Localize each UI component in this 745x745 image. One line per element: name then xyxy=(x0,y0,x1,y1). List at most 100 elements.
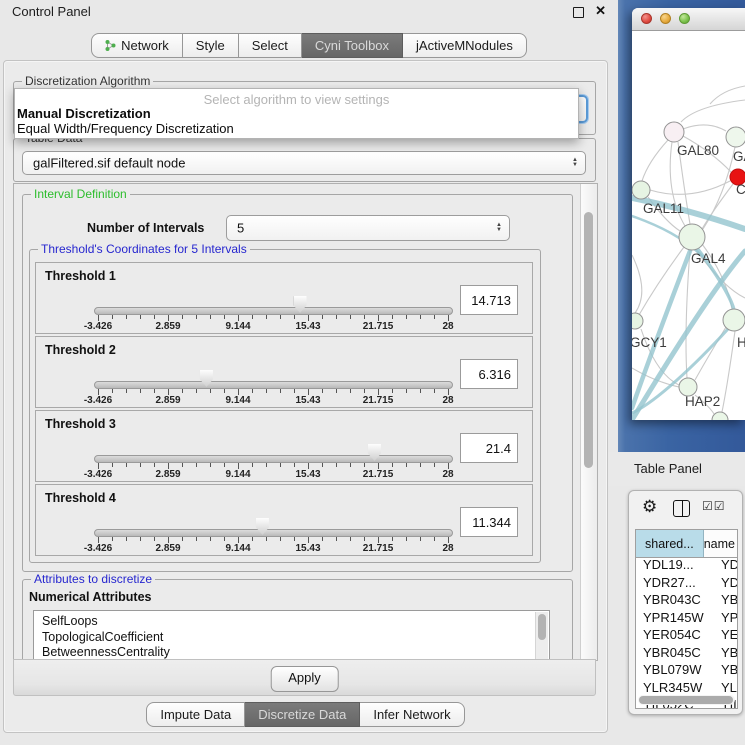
column-header-shared-name[interactable]: shared... xyxy=(636,530,704,557)
attribute-item-topologicalcoefficient[interactable]: TopologicalCoefficient xyxy=(34,630,549,646)
slider-tick xyxy=(224,315,225,319)
tab-impute-data[interactable]: Impute Data xyxy=(146,702,245,727)
threshold-label: Threshold 1 xyxy=(45,269,116,283)
tab-style[interactable]: Style xyxy=(183,33,239,58)
cell-name: YDR2 xyxy=(714,575,737,593)
slider-tick xyxy=(266,537,267,541)
number-of-intervals-combobox[interactable]: 5 ▲▼ xyxy=(226,215,510,241)
threshold-value-field[interactable]: 21.4 xyxy=(460,433,518,463)
tab-network[interactable]: Network xyxy=(91,33,183,58)
slider-tick-label: 21.715 xyxy=(363,469,394,480)
table-hscrollbar-thumb[interactable] xyxy=(639,696,733,704)
table-row[interactable]: YBL079WYBL0 xyxy=(636,662,737,680)
tab-cyni-toolbox[interactable]: Cyni Toolbox xyxy=(302,33,403,58)
zoom-traffic-light[interactable] xyxy=(679,13,690,24)
table-panel: ⚙ ☑☑ shared... name YDL19...YDL1YDR27...… xyxy=(628,490,743,715)
network-node[interactable] xyxy=(726,127,745,147)
table-data-combobox[interactable]: galFiltered.sif default node ▲▼ xyxy=(22,151,586,175)
slider-tick-label: 2.859 xyxy=(155,469,180,480)
control-panel-titlebar: Control Panel ✕ xyxy=(0,0,618,24)
settings-scrollbar[interactable] xyxy=(580,184,597,660)
slider-tick xyxy=(140,315,141,319)
slider-tick xyxy=(434,463,435,467)
network-edge[interactable] xyxy=(681,100,745,122)
threshold-slider-track[interactable] xyxy=(94,381,453,389)
network-graph[interactable]: GAL80GAGAL11CGAL4GCY1HHAP2 xyxy=(632,30,745,420)
slider-tick xyxy=(336,315,337,319)
table-row[interactable]: YBR045CYBR0 xyxy=(636,645,737,663)
slider-tick xyxy=(252,315,253,319)
cell-shared-name: YBL079W xyxy=(636,662,714,680)
tab-infer-network[interactable]: Infer Network xyxy=(360,702,464,727)
slider-tick xyxy=(196,537,197,541)
table-row[interactable]: YPR145WYPR1 xyxy=(636,610,737,628)
threshold-value-field[interactable]: 6.316 xyxy=(460,359,518,389)
discretization-algorithm-legend: Discretization Algorithm xyxy=(22,74,153,88)
network-node[interactable] xyxy=(632,181,650,199)
number-of-intervals-label: Number of Intervals xyxy=(87,221,204,235)
table-row[interactable]: YER054CYER0 xyxy=(636,627,737,645)
apply-button[interactable]: Apply xyxy=(270,666,339,692)
algorithm-option-manual-discretization[interactable]: Manual Discretization xyxy=(17,106,151,121)
slider-tick xyxy=(252,463,253,467)
column-header-name[interactable]: name xyxy=(704,530,737,557)
attribute-item-selfloops[interactable]: SelfLoops xyxy=(34,614,549,630)
split-columns-icon[interactable] xyxy=(673,500,690,517)
network-edge[interactable] xyxy=(632,255,642,313)
close-traffic-light[interactable] xyxy=(641,13,652,24)
interval-definition-group: Interval Definition Number of Intervals … xyxy=(22,194,573,572)
network-edge[interactable] xyxy=(683,125,726,131)
threshold-slider-track[interactable] xyxy=(94,529,453,537)
threshold-value-field[interactable]: 11.344 xyxy=(460,507,518,537)
threshold-panel-1: Threshold 1-3.4262.8599.14415.4321.71528… xyxy=(35,262,533,334)
network-edge[interactable] xyxy=(710,86,745,104)
float-window-icon[interactable] xyxy=(573,7,584,18)
network-edge[interactable] xyxy=(686,250,690,378)
slider-tick xyxy=(364,537,365,541)
minimize-traffic-light[interactable] xyxy=(660,13,671,24)
network-canvas[interactable]: GAL80GAGAL11CGAL4GCY1HHAP2 xyxy=(632,30,745,420)
tab-select[interactable]: Select xyxy=(239,33,302,58)
threshold-slider-track[interactable] xyxy=(94,455,453,463)
attributes-scrollbar-thumb[interactable] xyxy=(538,614,546,640)
table-row[interactable]: YDR27...YDR2 xyxy=(636,575,737,593)
threshold-value-field[interactable]: 14.713 xyxy=(460,285,518,315)
gear-icon[interactable]: ⚙ xyxy=(642,497,657,517)
select-columns-icon[interactable]: ☑☑ xyxy=(702,499,726,513)
threshold-slider-track[interactable] xyxy=(94,307,453,315)
settings-scrollbar-thumb[interactable] xyxy=(584,212,593,468)
table-row[interactable]: YDL19...YDL1 xyxy=(636,557,737,575)
network-window-titlebar[interactable] xyxy=(632,8,745,31)
table-horizontal-scrollbar[interactable] xyxy=(638,695,735,705)
network-window[interactable]: GAL80GAGAL11CGAL4GCY1HHAP2 xyxy=(632,8,745,420)
network-node[interactable] xyxy=(632,313,643,329)
threshold-panel-4: Threshold 4-3.4262.8599.14415.4321.71528… xyxy=(35,484,533,556)
network-edge[interactable] xyxy=(650,181,730,194)
slider-tick xyxy=(336,389,337,393)
tab-discretize-data[interactable]: Discretize Data xyxy=(245,702,360,727)
slider-tick xyxy=(126,315,127,319)
slider-tick-label: 2.859 xyxy=(155,543,180,554)
numerical-attributes-list[interactable]: SelfLoopsTopologicalCoefficientBetweenne… xyxy=(33,610,550,661)
close-icon[interactable]: ✕ xyxy=(595,3,606,19)
node-label-ga: GA xyxy=(733,149,745,164)
tab-label: Network xyxy=(121,34,169,57)
slider-tick xyxy=(336,463,337,467)
network-node[interactable] xyxy=(712,412,728,420)
network-edge[interactable] xyxy=(642,140,668,181)
attributes-legend: Attributes to discretize xyxy=(31,572,155,586)
network-node[interactable] xyxy=(664,122,684,142)
table-header-row: shared... name xyxy=(636,530,737,558)
algorithm-option-equal-width-frequency-discretization[interactable]: Equal Width/Frequency Discretization xyxy=(17,121,234,136)
cell-name: YBR0 xyxy=(714,645,737,663)
slider-tick xyxy=(280,463,281,467)
attributes-scrollbar[interactable] xyxy=(535,612,548,661)
tab-jactivemnodules[interactable]: jActiveMNodules xyxy=(403,33,527,58)
table-row[interactable]: YBR043CYBR0 xyxy=(636,592,737,610)
network-node[interactable] xyxy=(723,309,745,331)
slider-tick xyxy=(182,315,183,319)
slider-tick xyxy=(112,389,113,393)
slider-tick-label: -3.426 xyxy=(84,543,112,554)
network-node[interactable] xyxy=(679,224,705,250)
network-edge[interactable] xyxy=(722,331,735,412)
